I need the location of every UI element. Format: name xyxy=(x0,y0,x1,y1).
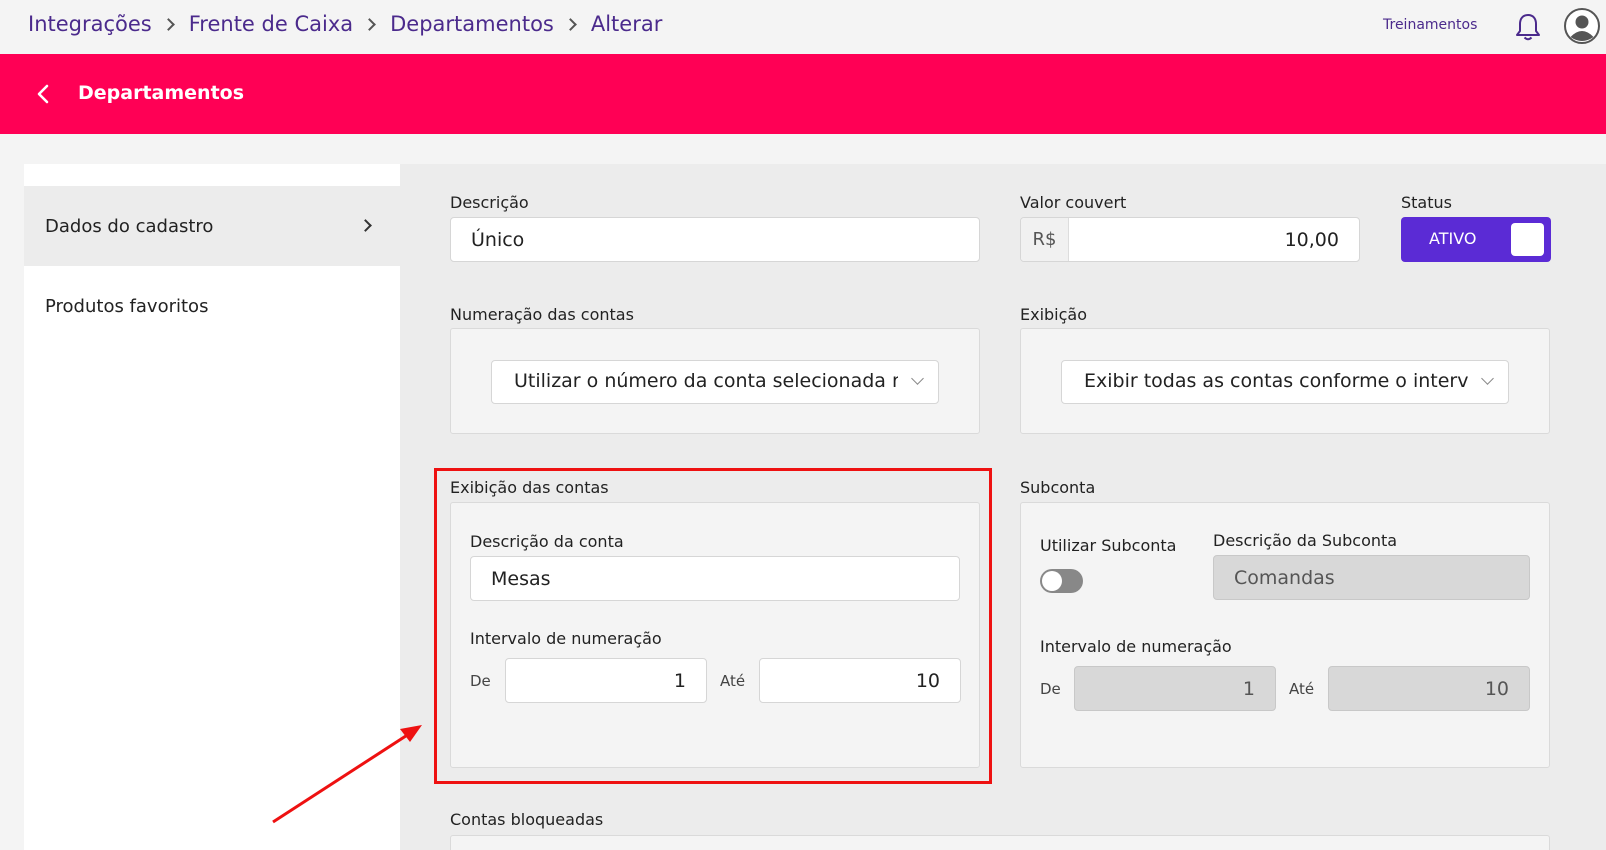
status-toggle[interactable]: ATIVO xyxy=(1401,217,1551,262)
breadcrumb-item-departamentos[interactable]: Departamentos xyxy=(390,12,554,36)
subconta-intervalo-label: Intervalo de numeração xyxy=(1040,637,1232,656)
numeracao-contas-box: Utilizar o número da conta selecionada n… xyxy=(450,328,980,434)
exibicao-select[interactable]: Exibir todas as contas conforme o interv… xyxy=(1061,360,1509,404)
sidebar: Dados do cadastro Produtos favoritos xyxy=(24,164,400,850)
status-value: ATIVO xyxy=(1429,229,1477,248)
breadcrumb: Integrações Frente de Caixa Departamento… xyxy=(28,12,662,36)
subconta-de-label: De xyxy=(1040,680,1061,698)
breadcrumb-item-frente-de-caixa[interactable]: Frente de Caixa xyxy=(189,12,353,36)
chevron-down-icon xyxy=(1481,372,1494,385)
user-avatar-icon[interactable] xyxy=(1564,8,1600,44)
subconta-label: Subconta xyxy=(1020,478,1096,497)
page-header: Departamentos xyxy=(0,54,1606,134)
chevron-right-icon xyxy=(359,219,372,232)
chevron-right-icon xyxy=(363,17,376,31)
page-title: Departamentos xyxy=(78,82,245,104)
descricao-label: Descrição xyxy=(450,193,529,212)
bell-icon[interactable] xyxy=(1514,12,1542,42)
numeracao-contas-select[interactable]: Utilizar o número da conta selecionada n… xyxy=(491,360,939,404)
exibicao-selected: Exibir todas as contas conforme o interv… xyxy=(1084,370,1468,392)
breadcrumb-item-integracoes[interactable]: Integrações xyxy=(28,12,152,36)
highlight-box xyxy=(434,468,992,784)
chevron-right-icon xyxy=(563,17,577,31)
subconta-intervalo-ate-input: 10 xyxy=(1328,666,1530,711)
subconta-intervalo-de-value: 1 xyxy=(1242,677,1255,700)
subconta-intervalo-de-input: 1 xyxy=(1074,666,1276,711)
back-arrow-icon[interactable] xyxy=(32,80,56,108)
status-toggle-knob xyxy=(1511,223,1544,256)
chevron-right-icon xyxy=(161,17,175,31)
sidebar-item-dados-do-cadastro[interactable]: Dados do cadastro xyxy=(24,186,400,266)
descricao-subconta-value: Comandas xyxy=(1234,566,1335,589)
contas-bloqueadas-box xyxy=(450,835,1550,850)
sidebar-item-produtos-favoritos[interactable]: Produtos favoritos xyxy=(24,266,400,346)
valor-couvert-label: Valor couvert xyxy=(1020,193,1127,212)
treinamentos-link[interactable]: Treinamentos xyxy=(1383,17,1477,33)
top-bar: Integrações Frente de Caixa Departamento… xyxy=(0,0,1606,54)
chevron-down-icon xyxy=(911,372,924,385)
descricao-subconta-label: Descrição da Subconta xyxy=(1213,531,1398,550)
contas-bloqueadas-label: Contas bloqueadas xyxy=(450,810,604,829)
subconta-ate-label: Até xyxy=(1289,680,1315,698)
currency-prefix: R$ xyxy=(1021,218,1069,261)
status-label: Status xyxy=(1401,193,1452,212)
numeracao-contas-label: Numeração das contas xyxy=(450,305,634,324)
subconta-intervalo-ate-value: 10 xyxy=(1484,677,1509,700)
toggle-knob xyxy=(1042,571,1062,591)
utilizar-subconta-toggle[interactable] xyxy=(1040,569,1083,593)
numeracao-contas-selected: Utilizar o número da conta selecionada n… xyxy=(514,370,898,392)
descricao-value: Único xyxy=(471,228,525,251)
exibicao-label: Exibição xyxy=(1020,305,1088,324)
valor-couvert-value: 10,00 xyxy=(1284,228,1339,251)
descricao-subconta-input: Comandas xyxy=(1213,555,1530,600)
sidebar-item-label: Dados do cadastro xyxy=(45,215,214,237)
breadcrumb-item-alterar: Alterar xyxy=(590,12,663,36)
sidebar-item-label: Produtos favoritos xyxy=(45,295,209,317)
descricao-input[interactable]: Único xyxy=(450,217,980,262)
utilizar-subconta-label: Utilizar Subconta xyxy=(1040,536,1177,555)
exibicao-box: Exibir todas as contas conforme o interv… xyxy=(1020,328,1550,434)
valor-couvert-input[interactable]: R$ 10,00 xyxy=(1020,217,1360,262)
